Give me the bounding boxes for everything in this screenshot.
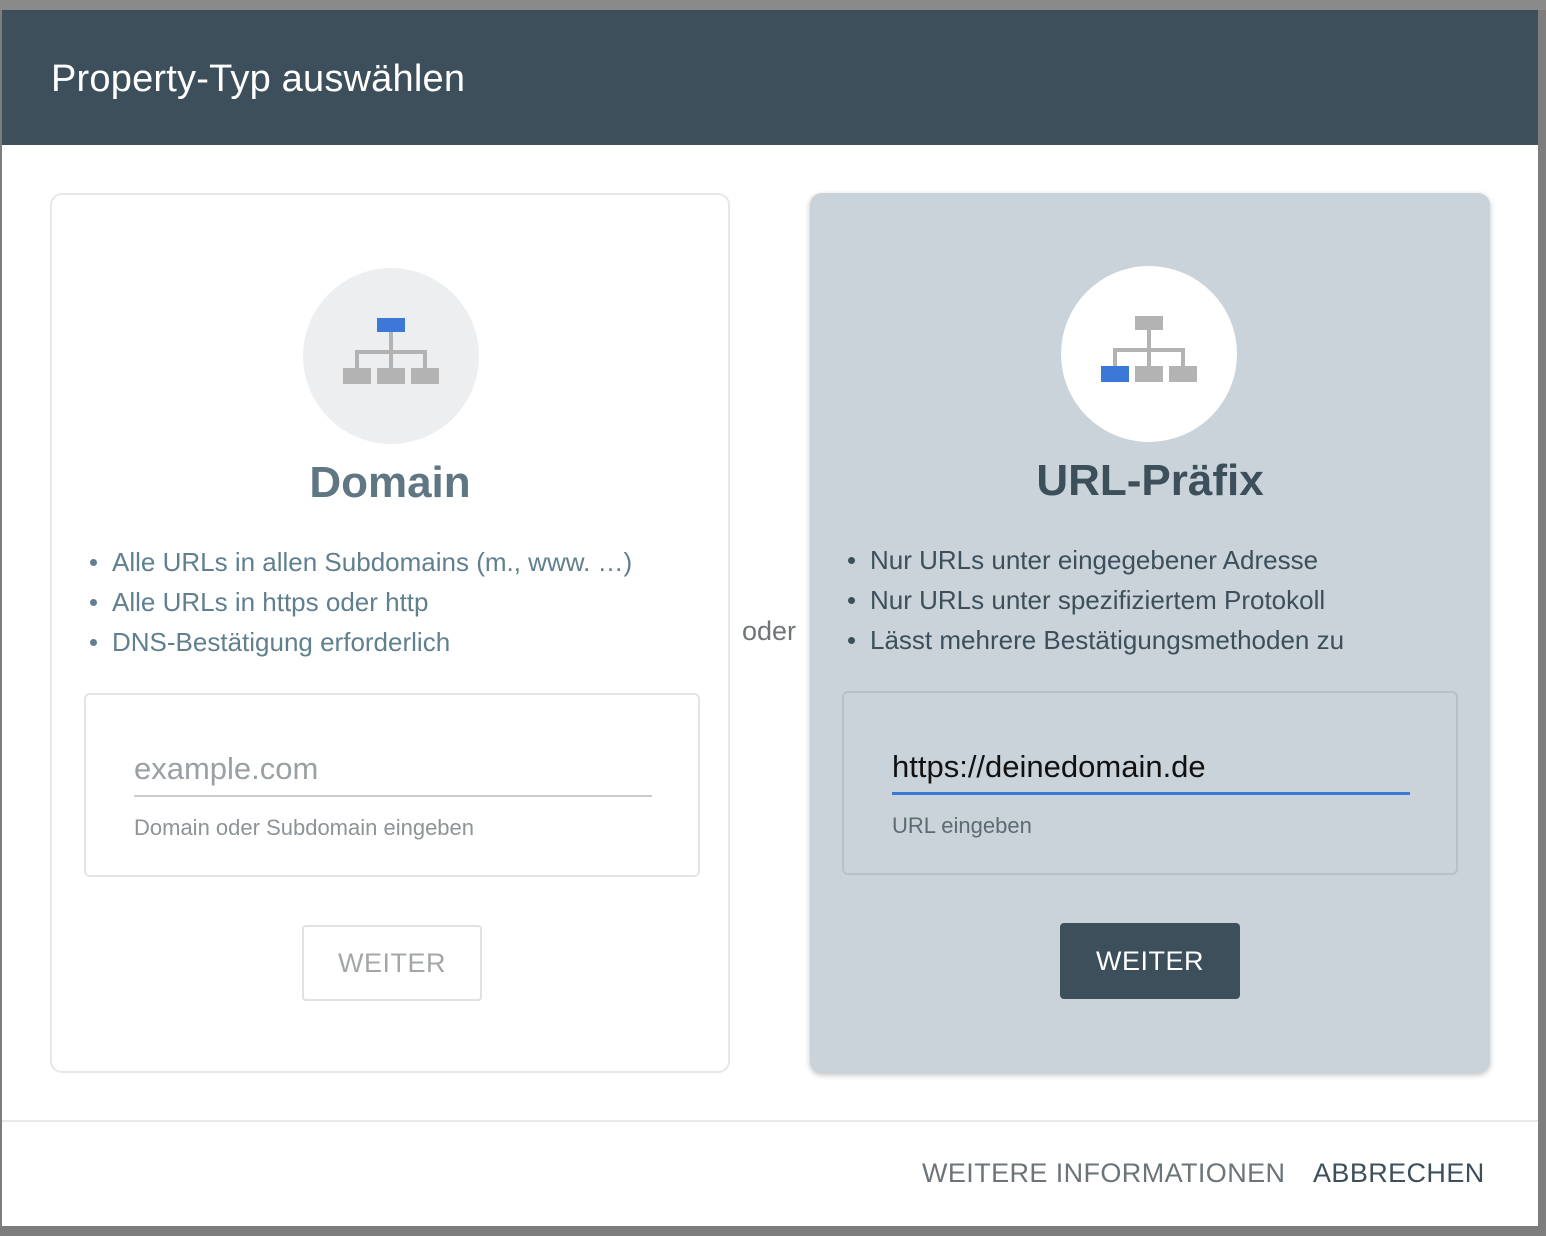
domain-feature-list: Alle URLs in allen Subdomains (m., www. … <box>90 542 632 662</box>
url-prefix-card[interactable]: URL-Präfix Nur URLs unter eingegebener A… <box>810 193 1490 1073</box>
cancel-button[interactable]: ABBRECHEN <box>1313 1158 1485 1189</box>
sitemap-icon <box>343 318 439 384</box>
dialog-header: Property-Typ auswählen <box>2 10 1538 145</box>
domain-input[interactable] <box>134 747 652 797</box>
backdrop <box>0 0 1546 10</box>
domain-continue-button[interactable]: WEITER <box>302 925 482 1001</box>
domain-card-title: Domain <box>309 458 471 507</box>
domain-icon-circle <box>303 268 479 444</box>
url-prefix-icon-circle <box>1061 266 1237 442</box>
url-input[interactable] <box>892 745 1410 795</box>
url-input-hint: URL eingeben <box>892 813 1032 838</box>
list-item: Nur URLs unter eingegebener Adresse <box>848 540 1344 580</box>
dialog-title: Property-Typ auswählen <box>51 58 466 100</box>
url-prefix-card-title: URL-Präfix <box>1036 456 1264 505</box>
domain-card[interactable]: Domain Alle URLs in allen Subdomains (m.… <box>50 193 730 1073</box>
more-info-button[interactable]: WEITERE INFORMATIONEN <box>922 1158 1285 1189</box>
url-prefix-feature-list: Nur URLs unter eingegebener Adresse Nur … <box>848 540 1344 660</box>
list-item: DNS-Bestätigung erforderlich <box>90 622 632 662</box>
url-field-box: URL eingeben <box>842 691 1458 875</box>
list-item: Lässt mehrere Bestätigungsmethoden zu <box>848 620 1344 660</box>
list-item: Alle URLs in allen Subdomains (m., www. … <box>90 542 632 582</box>
footer-divider <box>2 1120 1538 1122</box>
url-prefix-continue-button[interactable]: WEITER <box>1060 923 1240 999</box>
or-separator: oder <box>742 616 797 646</box>
list-item: Alle URLs in https oder http <box>90 582 632 622</box>
sitemap-icon <box>1101 316 1197 382</box>
property-type-dialog: Property-Typ auswählen Domain Alle URLs … <box>2 10 1538 1226</box>
domain-field-box: Domain oder Subdomain eingeben <box>84 693 700 877</box>
list-item: Nur URLs unter spezifiziertem Protokoll <box>848 580 1344 620</box>
domain-input-hint: Domain oder Subdomain eingeben <box>134 815 475 840</box>
